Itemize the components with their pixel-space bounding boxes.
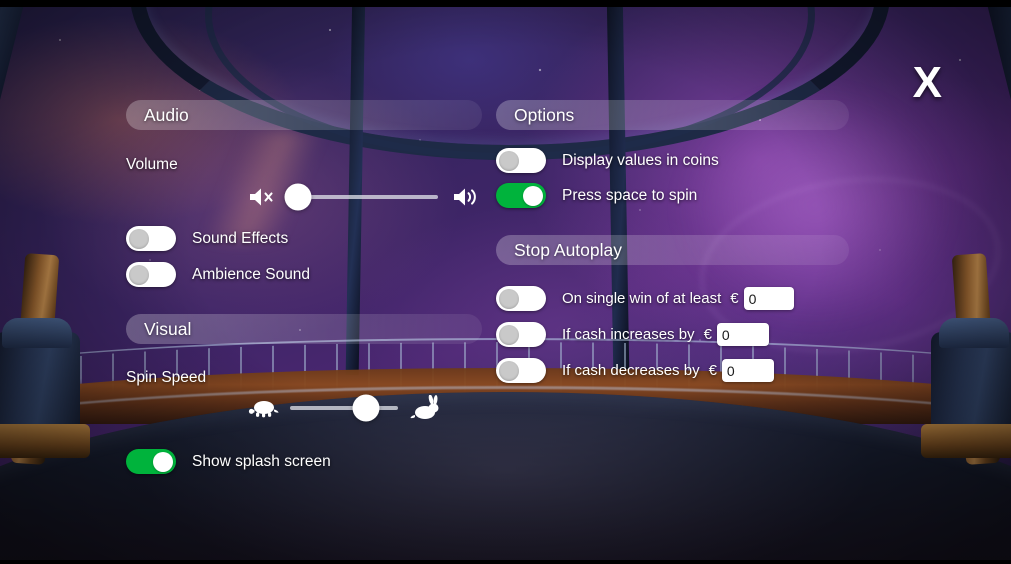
audio-header-label: Audio — [144, 104, 189, 125]
stop-if-cash-increases-label: If cash increases by — [562, 326, 695, 343]
ambience-sound-toggle[interactable] — [126, 262, 176, 287]
right-panel: Options Display values in coins Press sp… — [496, 100, 849, 383]
visual-section-header: Visual — [126, 314, 482, 344]
display-values-in-coins-label: Display values in coins — [562, 151, 719, 169]
stop-if-cash-increases-toggle[interactable] — [496, 322, 546, 347]
show-splash-screen-label: Show splash screen — [192, 452, 331, 470]
left-panel: Audio Volume Sound Effects Ambience Soun… — [126, 100, 482, 474]
stop-autoplay-section-header: Stop Autoplay — [496, 235, 849, 265]
stop-if-cash-decreases-input[interactable] — [721, 359, 774, 382]
stop-if-cash-increases-input[interactable] — [716, 323, 769, 346]
volume-slider-track[interactable] — [284, 183, 438, 211]
sound-effects-toggle[interactable] — [126, 226, 176, 251]
letterbox-top — [0, 0, 1011, 7]
currency-symbol-cash-decreases: € — [708, 362, 717, 379]
stop-on-single-win-label: On single win of at least — [562, 290, 722, 307]
close-button[interactable]: X — [913, 61, 943, 105]
letterbox-bottom — [0, 560, 1011, 564]
sound-effects-row[interactable]: Sound Effects — [126, 226, 482, 251]
game-settings-screen: X Audio Volume Sound Effects Ambience So… — [0, 0, 1011, 564]
display-values-in-coins-toggle[interactable] — [496, 148, 546, 173]
volume-slider-knob[interactable] — [284, 183, 312, 211]
press-space-to-spin-toggle[interactable] — [496, 183, 546, 208]
press-space-to-spin-row[interactable]: Press space to spin — [496, 183, 849, 208]
speaker-mute-icon — [248, 186, 276, 208]
display-values-in-coins-row[interactable]: Display values in coins — [496, 148, 849, 173]
stop-on-single-win-toggle[interactable] — [496, 286, 546, 311]
settings-overlay: X Audio Volume Sound Effects Ambience So… — [0, 0, 1011, 564]
options-section-header: Options — [496, 100, 849, 130]
ambience-sound-row[interactable]: Ambience Sound — [126, 262, 482, 287]
stop-if-cash-increases-row[interactable]: If cash increases by € — [496, 322, 849, 347]
spin-speed-slider-knob[interactable] — [352, 394, 380, 422]
stop-if-cash-decreases-label: If cash decreases by — [562, 362, 700, 379]
stop-on-single-win-row[interactable]: On single win of at least € — [496, 286, 849, 311]
rabbit-icon — [410, 395, 440, 421]
visual-header-label: Visual — [144, 318, 192, 339]
volume-slider-row — [126, 183, 482, 211]
ambience-sound-label: Ambience Sound — [192, 265, 311, 283]
currency-symbol-single-win: € — [730, 290, 739, 307]
sound-effects-label: Sound Effects — [192, 229, 289, 247]
stop-if-cash-decreases-row[interactable]: If cash decreases by € — [496, 358, 849, 383]
volume-label: Volume — [126, 156, 178, 173]
spin-speed-label: Spin Speed — [126, 369, 207, 386]
turtle-icon — [248, 398, 280, 418]
show-splash-screen-toggle[interactable] — [126, 449, 176, 474]
stop-autoplay-header-label: Stop Autoplay — [514, 239, 622, 260]
audio-section-header: Audio — [126, 100, 482, 130]
press-space-to-spin-label: Press space to spin — [562, 186, 698, 204]
currency-symbol-cash-increases: € — [703, 326, 712, 343]
speaker-high-icon — [452, 186, 482, 208]
options-header-label: Options — [514, 104, 575, 125]
spin-speed-slider-track[interactable] — [290, 394, 398, 422]
spin-speed-slider-row — [126, 394, 482, 422]
show-splash-screen-row[interactable]: Show splash screen — [126, 449, 482, 474]
stop-if-cash-decreases-toggle[interactable] — [496, 358, 546, 383]
stop-on-single-win-input[interactable] — [743, 287, 794, 310]
